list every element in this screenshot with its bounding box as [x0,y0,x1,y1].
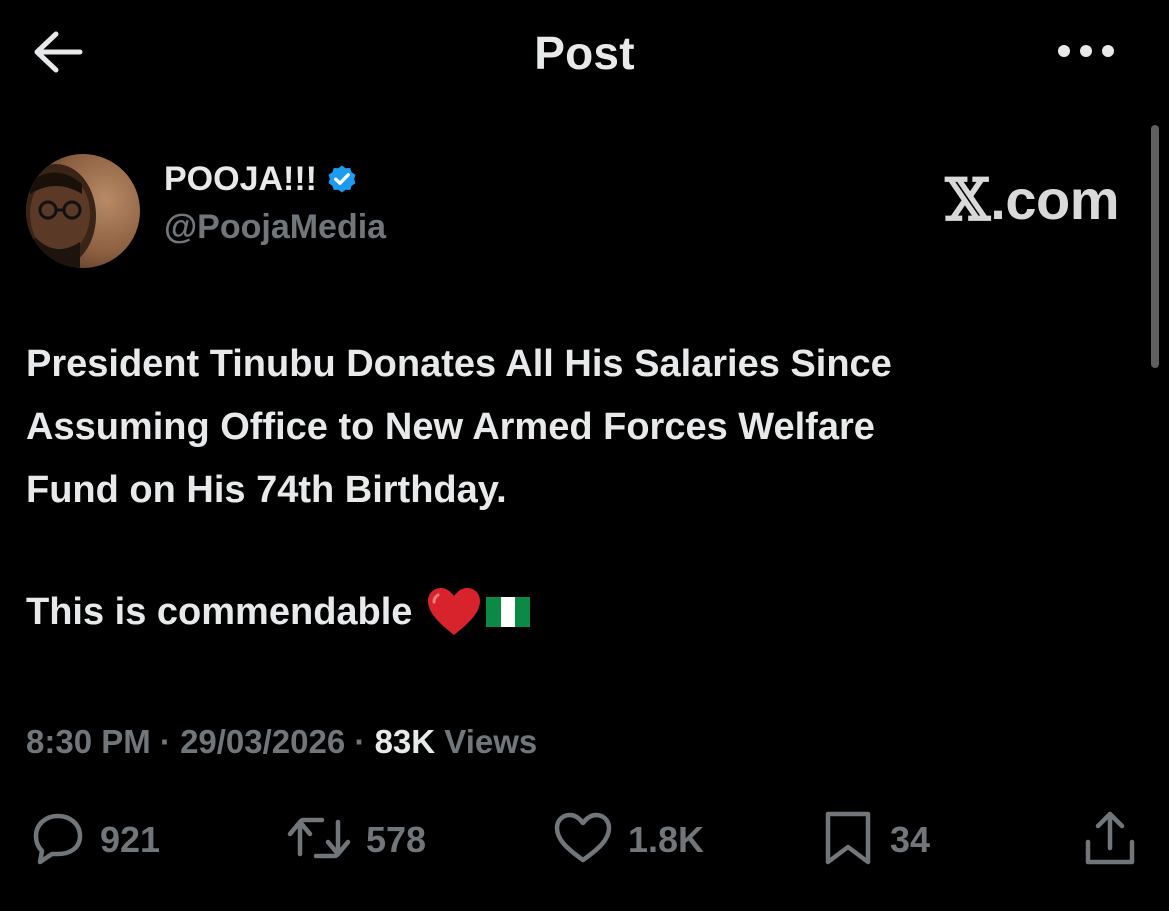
views-label[interactable]: Views [444,723,537,760]
reply-icon [26,810,86,871]
post-text-line: Assuming Office to New Armed Forces Welf… [26,406,875,448]
page-title: Post [534,27,635,79]
author-info: POOJA!!! @PoojaMedia [164,159,386,249]
repost-icon [286,810,352,871]
post-closing-line: This is commendable [26,582,531,642]
repost-button[interactable]: 578 [286,808,426,872]
bookmark-count: 34 [890,819,931,860]
post-text: President Tinubu Donates All His Salarie… [26,333,1106,522]
avatar[interactable] [26,154,140,268]
share-icon [1080,808,1140,873]
action-bar: 921 578 1.8K 34 [0,808,1169,872]
reply-count: 921 [100,819,161,860]
post-author: POOJA!!! @PoojaMedia [26,152,386,270]
post-meta: 8:30 PM · 29/03/2026 · 83K Views [26,720,537,764]
display-name[interactable]: POOJA!!! [164,159,317,199]
heart-outline-icon [552,810,614,871]
author-handle[interactable]: @PoojaMedia [164,205,386,249]
reply-button[interactable]: 921 [26,808,160,872]
display-name-row[interactable]: POOJA!!! [164,159,386,199]
watermark-text: .com [990,168,1119,231]
like-count: 1.8K [628,819,705,860]
like-button[interactable]: 1.8K [552,808,704,872]
top-bar: Post [0,0,1169,110]
more-options-button[interactable] [1053,36,1119,70]
post-text-line: President Tinubu Donates All His Salarie… [26,343,892,385]
post-closing-text: This is commendable [26,591,413,633]
scrollbar[interactable] [1151,125,1159,368]
heart-emoji-icon [426,587,482,637]
bookmark-icon [820,809,876,872]
xcom-watermark: 𝕏 .com [945,168,1119,232]
share-button[interactable] [1080,808,1140,872]
nigeria-flag-emoji-icon [486,597,531,627]
post-text-line: Fund on His 74th Birthday. [26,469,507,511]
bookmark-button[interactable]: 34 [820,808,930,872]
post-time[interactable]: 8:30 PM [26,723,151,760]
post-date[interactable]: 29/03/2026 [180,723,345,760]
views-count[interactable]: 83K [375,723,436,760]
repost-count: 578 [366,819,427,860]
verified-badge-icon [325,162,359,196]
x-logo-glyph: 𝕏 [945,166,991,234]
meta-separator: · [159,723,171,760]
more-dots-icon [1056,43,1116,64]
meta-separator: · [354,723,366,760]
